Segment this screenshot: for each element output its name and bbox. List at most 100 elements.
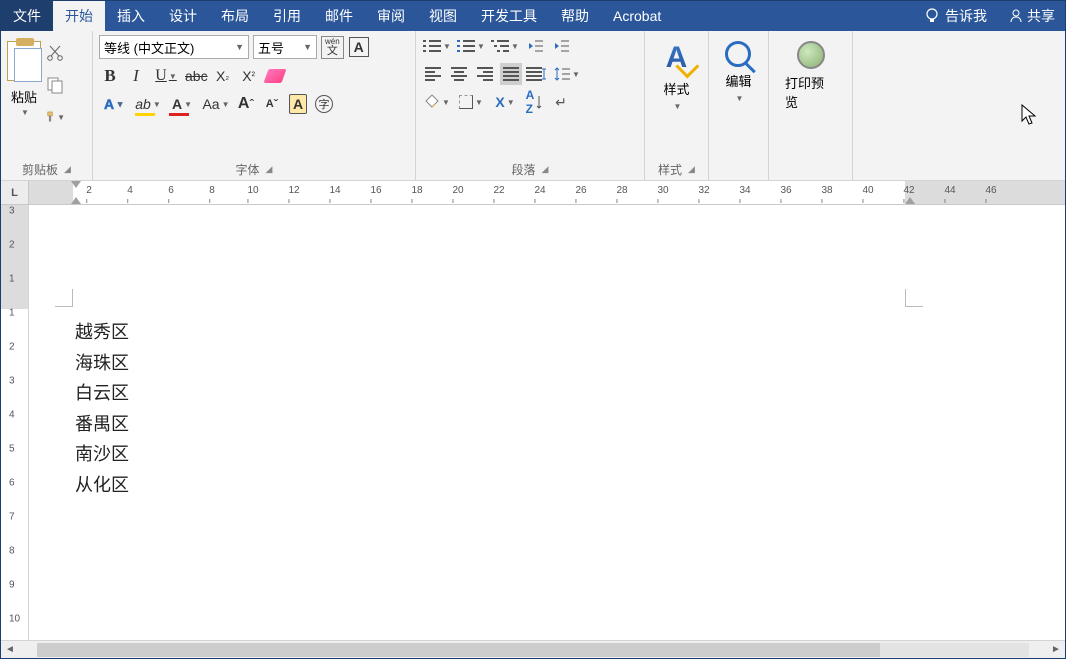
change-case-button[interactable]: Aa▼ (201, 93, 231, 115)
vruler-tick: 9 (9, 580, 15, 591)
highlight-color-button[interactable]: ab▼ (133, 93, 163, 115)
paste-button[interactable]: 粘贴 (11, 87, 37, 106)
text-effects-button[interactable]: A▼ (99, 93, 129, 115)
copy-icon[interactable] (45, 75, 65, 95)
underline-button[interactable]: U▼ (151, 65, 181, 87)
superscript-button[interactable]: X (238, 65, 260, 87)
decrease-indent-button[interactable] (524, 35, 546, 57)
print-preview-button[interactable]: 打印预览 (775, 35, 846, 111)
vruler-tick: 1 (9, 308, 15, 319)
align-center-button[interactable] (448, 63, 470, 85)
strikethrough-button[interactable]: abc (185, 65, 208, 87)
align-left-button[interactable] (422, 63, 444, 85)
tell-me[interactable]: 告诉我 (913, 1, 999, 31)
font-name-combo[interactable]: 等线 (中文正文)▼ (99, 35, 249, 59)
ruler-tick: 10 (247, 185, 258, 196)
share-button[interactable]: 共享 (999, 1, 1065, 31)
print-preview-icon (797, 41, 825, 69)
paragraph-dialog-launcher[interactable]: ◢ (542, 164, 549, 175)
align-justify-button[interactable] (500, 63, 522, 85)
numbering-button[interactable]: ▼ (456, 35, 486, 57)
horizontal-ruler[interactable]: L 24681012141618202224262830323436384042… (1, 181, 1065, 205)
character-border-icon[interactable]: A (348, 36, 370, 58)
styles-dialog-launcher[interactable]: ◢ (688, 164, 695, 175)
paste-dropdown[interactable]: ▼ (21, 108, 29, 117)
document-line[interactable]: 从化区 (75, 470, 939, 501)
hanging-indent-marker[interactable] (71, 197, 81, 204)
editing-button-label: 编辑 (725, 71, 751, 90)
character-shading-icon[interactable]: A (287, 93, 309, 115)
subscript-button[interactable]: X (212, 65, 234, 87)
menu-review[interactable]: 审阅 (365, 1, 417, 31)
distributed-button[interactable] (526, 63, 548, 85)
scroll-track[interactable] (37, 643, 1029, 657)
menu-home[interactable]: 开始 (53, 1, 105, 31)
show-marks-button[interactable]: ↵ (550, 91, 572, 113)
group-styles: A 样式 ▼ 样式◢ (645, 31, 709, 180)
group-font-label: 字体 (236, 161, 260, 178)
menu-insert[interactable]: 插入 (105, 1, 157, 31)
menu-help[interactable]: 帮助 (549, 1, 601, 31)
document-line[interactable]: 番禺区 (75, 409, 939, 440)
grow-font-button[interactable]: Aˆ (235, 93, 257, 115)
shading-button[interactable]: ▼ (422, 91, 452, 113)
align-right-button[interactable] (474, 63, 496, 85)
page: 越秀区海珠区白云区番禺区南沙区从化区 (29, 205, 949, 541)
ruler-tick: 12 (288, 185, 299, 196)
sort-button[interactable]: AZ (524, 91, 546, 113)
ribbon: 粘贴 ▼ ▼ 剪贴板◢ 等线 (中文正文)▼ (1, 31, 1065, 181)
right-indent-marker[interactable] (905, 197, 915, 204)
font-size-combo[interactable]: 五号▼ (253, 35, 317, 59)
menu-view[interactable]: 视图 (417, 1, 469, 31)
ruler-tick: 44 (944, 185, 955, 196)
format-painter-icon[interactable]: ▼ (45, 107, 65, 127)
bold-button[interactable]: B (99, 65, 121, 87)
document-line[interactable]: 海珠区 (75, 348, 939, 379)
asian-layout-button[interactable]: X▼ (490, 91, 520, 113)
ruler-tick: 36 (780, 185, 791, 196)
styles-button[interactable]: A 样式 ▼ (653, 35, 699, 111)
line-spacing-button[interactable]: ▼ (552, 63, 582, 85)
menu-mail[interactable]: 邮件 (313, 1, 365, 31)
menu-file[interactable]: 文件 (1, 1, 53, 31)
menu-references[interactable]: 引用 (261, 1, 313, 31)
multilevel-list-button[interactable]: ▼ (490, 35, 520, 57)
horizontal-scrollbar[interactable]: ◄ ► (1, 640, 1065, 658)
vertical-ruler[interactable]: 32112345678910 (1, 205, 29, 640)
phonetic-guide-icon[interactable]: wén文 (321, 36, 344, 58)
group-paragraph: ▼ ▼ ▼ ▼ ▼ ▼ X▼ AZ (416, 31, 645, 180)
scroll-right-button[interactable]: ► (1047, 641, 1065, 659)
first-line-indent-marker[interactable] (71, 181, 81, 188)
menu-design[interactable]: 设计 (157, 1, 209, 31)
tab-selector[interactable]: L (1, 181, 29, 204)
editing-button[interactable]: 编辑 ▼ (715, 35, 761, 103)
cut-icon[interactable] (45, 43, 65, 63)
menu-acrobat[interactable]: Acrobat (601, 1, 673, 31)
enclose-characters-icon[interactable]: 字 (313, 93, 335, 115)
group-paragraph-label: 段落 (512, 161, 536, 178)
page-viewport[interactable]: 越秀区海珠区白云区番禺区南沙区从化区 (29, 205, 1065, 640)
scroll-left-button[interactable]: ◄ (1, 641, 19, 659)
increase-indent-button[interactable] (550, 35, 572, 57)
clear-formatting-icon[interactable] (264, 65, 286, 87)
ruler-tick: 46 (985, 185, 996, 196)
ruler-tick: 30 (657, 185, 668, 196)
bullets-button[interactable]: ▼ (422, 35, 452, 57)
font-color-button[interactable]: A▼ (167, 93, 197, 115)
paste-icon[interactable] (7, 41, 41, 81)
menu-layout[interactable]: 布局 (209, 1, 261, 31)
ruler-tick: 42 (903, 185, 914, 196)
document-line[interactable]: 越秀区 (75, 317, 939, 348)
share-label: 共享 (1027, 6, 1055, 26)
document-line[interactable]: 白云区 (75, 378, 939, 409)
ruler-tick: 24 (534, 185, 545, 196)
italic-button[interactable]: I (125, 65, 147, 87)
menu-bar: 文件 开始 插入 设计 布局 引用 邮件 审阅 视图 开发工具 帮助 Acrob… (1, 1, 1065, 31)
document-line[interactable]: 南沙区 (75, 439, 939, 470)
clipboard-dialog-launcher[interactable]: ◢ (64, 164, 71, 175)
scroll-thumb[interactable] (37, 643, 880, 657)
shrink-font-button[interactable]: Aˇ (261, 93, 283, 115)
menu-devtools[interactable]: 开发工具 (469, 1, 549, 31)
font-dialog-launcher[interactable]: ◢ (266, 164, 273, 175)
borders-button[interactable]: ▼ (456, 91, 486, 113)
